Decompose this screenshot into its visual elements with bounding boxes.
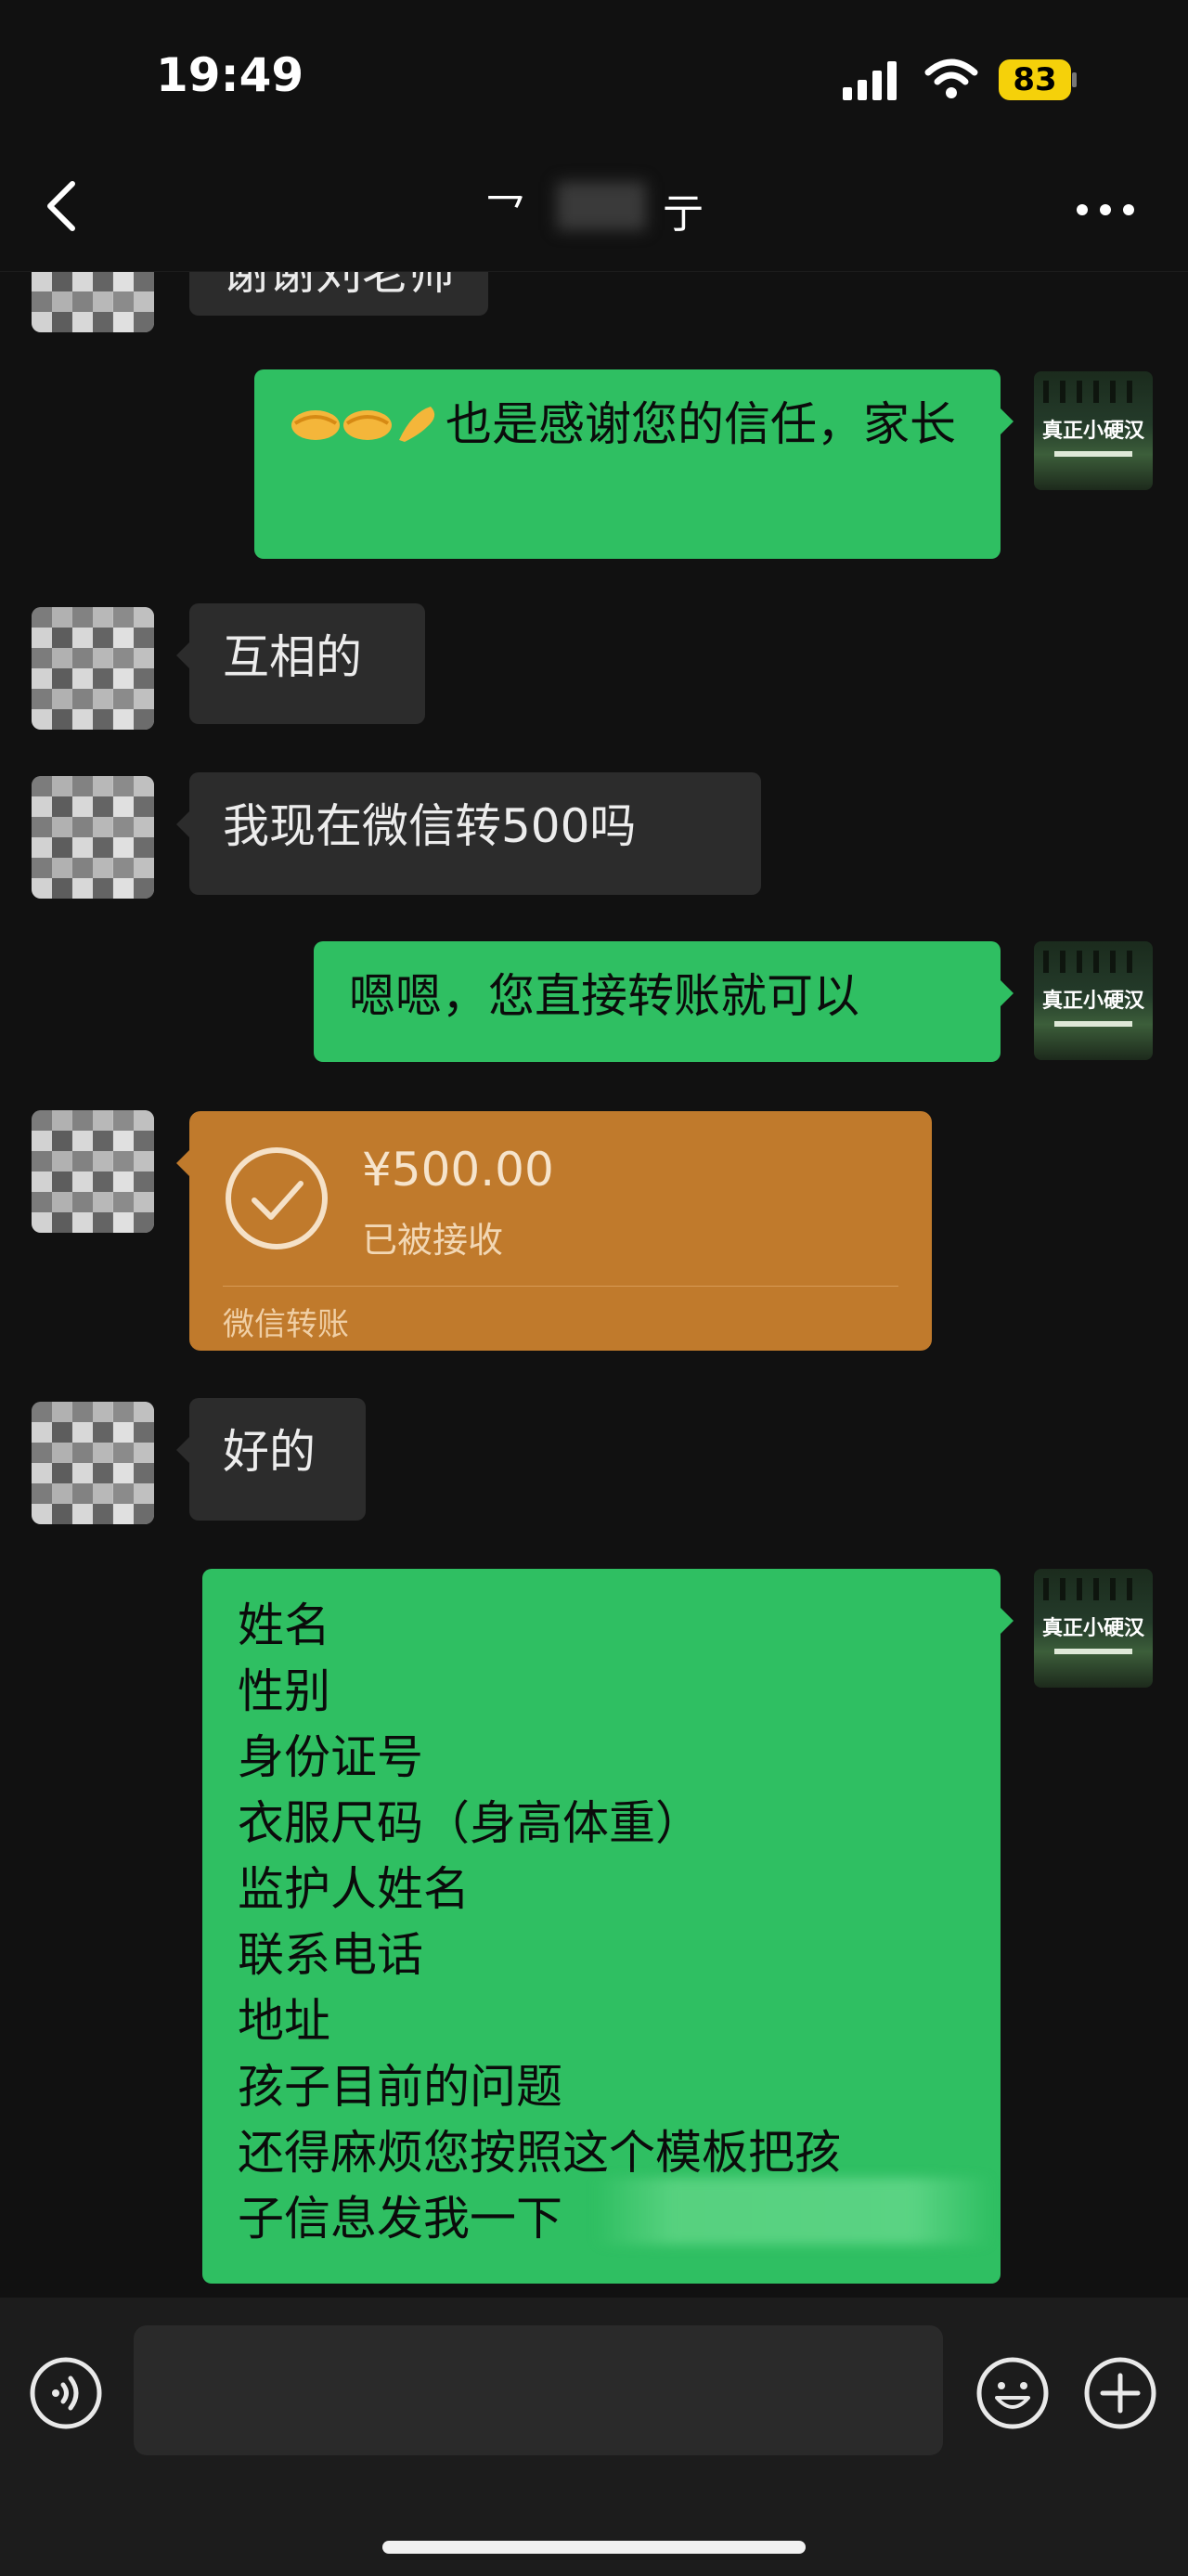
transfer-amount: ¥500.00: [362, 1143, 554, 1197]
chat-title-right: 亍: [663, 190, 704, 238]
message-bubble-other[interactable]: 互相的: [176, 603, 425, 724]
avatar-other[interactable]: [32, 1402, 154, 1524]
emoji-icon[interactable]: [975, 2355, 1051, 2431]
message-text: 还得麻烦您按照这个模板把孩: [238, 2126, 841, 2180]
transfer-card[interactable]: ¥500.00 已被接收 微信转账: [176, 1111, 932, 1351]
list-item: 孩子目前的问题: [238, 2060, 562, 2114]
message-text: 也是感谢您的信任，家长: [446, 397, 956, 451]
message-text: 嗯嗯，您直接转账就可以: [349, 969, 859, 1023]
ok-hand-emoji-icon: [399, 407, 435, 442]
message-text: 好的: [223, 1425, 316, 1479]
handshake-emoji-icon: [291, 410, 340, 440]
message-text: 谢谢刘老师: [223, 271, 455, 300]
list-item: 监护人姓名: [238, 1862, 470, 1916]
avatar-other[interactable]: [32, 776, 154, 899]
list-item: 联系电话: [238, 1928, 423, 1982]
battery-indicator: 83: [999, 59, 1077, 100]
avatar-self-text: 真正小硬汉: [1041, 990, 1144, 1013]
back-icon[interactable]: [39, 178, 85, 234]
message-bubble-other[interactable]: 谢谢刘老师: [189, 271, 488, 316]
battery-tip: [1072, 72, 1077, 87]
home-indicator: [382, 2541, 806, 2554]
list-item: 姓名: [238, 1599, 330, 1652]
handshake-emoji-icon: [343, 410, 392, 440]
avatar-other[interactable]: [32, 1110, 154, 1233]
chat-area[interactable]: 谢谢刘老师 也是感谢您的信任，家长 真正小硬汉 互相的 我现在微信转500吗 嗯…: [0, 271, 1188, 2298]
avatar-self-text: 真正小硬汉: [1041, 420, 1144, 443]
message-bubble-self[interactable]: 也是感谢您的信任，家长: [254, 369, 1014, 559]
chat-header: 乛 亍: [0, 139, 1188, 272]
chat-title-left: 乛: [484, 190, 525, 238]
message-bubble-other[interactable]: 好的: [176, 1398, 366, 1521]
redaction-blur: [594, 2178, 993, 2245]
check-icon: [226, 1147, 328, 1249]
message-bubble-self[interactable]: 嗯嗯，您直接转账就可以: [314, 941, 1014, 1062]
avatar-self-text: 真正小硬汉: [1041, 1617, 1144, 1640]
message-text: 我现在微信转500吗: [223, 799, 637, 853]
voice-icon[interactable]: [28, 2355, 104, 2431]
message-input[interactable]: [134, 2325, 943, 2455]
transfer-status: 已被接收: [362, 1220, 504, 1261]
plus-icon[interactable]: [1082, 2355, 1158, 2431]
more-icon[interactable]: [1075, 202, 1136, 217]
list-item: 地址: [238, 1994, 330, 2048]
list-item: 身份证号: [238, 1730, 423, 1784]
title-redaction: [557, 182, 646, 230]
avatar-self[interactable]: 真正小硬汉: [1034, 371, 1153, 490]
message-bubble-self[interactable]: 姓名 性别 身份证号 衣服尺码（身高体重） 监护人姓名 联系电话 地址 孩子目前…: [202, 1569, 1014, 2284]
status-bar: 19:49 83: [0, 0, 1188, 139]
list-item: 衣服尺码（身高体重）: [238, 1796, 702, 1850]
list-item: 性别: [238, 1664, 330, 1718]
signal-icon: [843, 61, 897, 100]
avatar-other[interactable]: [32, 271, 154, 332]
message-text: 互相的: [223, 630, 362, 684]
divider: [223, 1286, 898, 1287]
input-bar: [0, 2298, 1188, 2576]
transfer-label: 微信转账: [223, 1306, 349, 1343]
avatar-self[interactable]: 真正小硬汉: [1034, 941, 1153, 1060]
wifi-icon: [924, 58, 978, 98]
avatar-other[interactable]: [32, 607, 154, 730]
battery-level: 83: [999, 59, 1071, 100]
message-bubble-other[interactable]: 我现在微信转500吗: [176, 772, 761, 895]
status-time: 19:49: [156, 48, 304, 102]
avatar-self[interactable]: 真正小硬汉: [1034, 1569, 1153, 1688]
